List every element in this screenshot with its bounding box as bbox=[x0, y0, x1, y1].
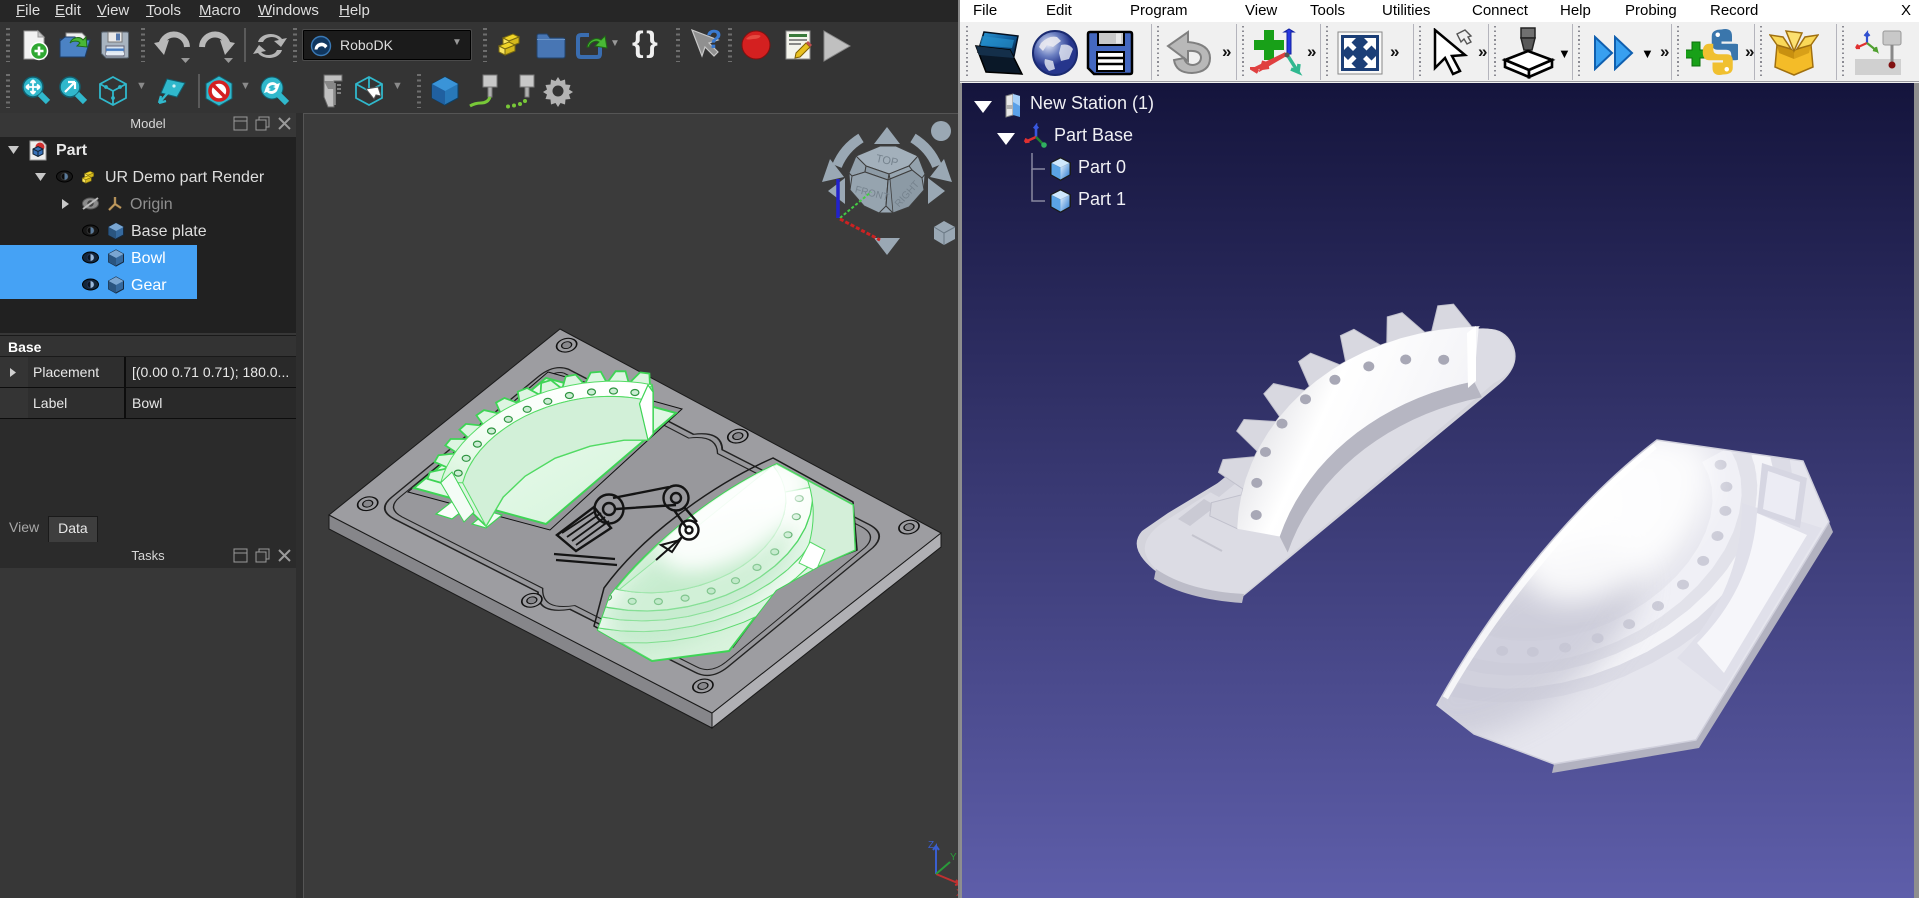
svg-text:?: ? bbox=[706, 28, 722, 54]
svg-text:Z: Z bbox=[928, 840, 934, 851]
svg-text:Y: Y bbox=[950, 852, 957, 863]
